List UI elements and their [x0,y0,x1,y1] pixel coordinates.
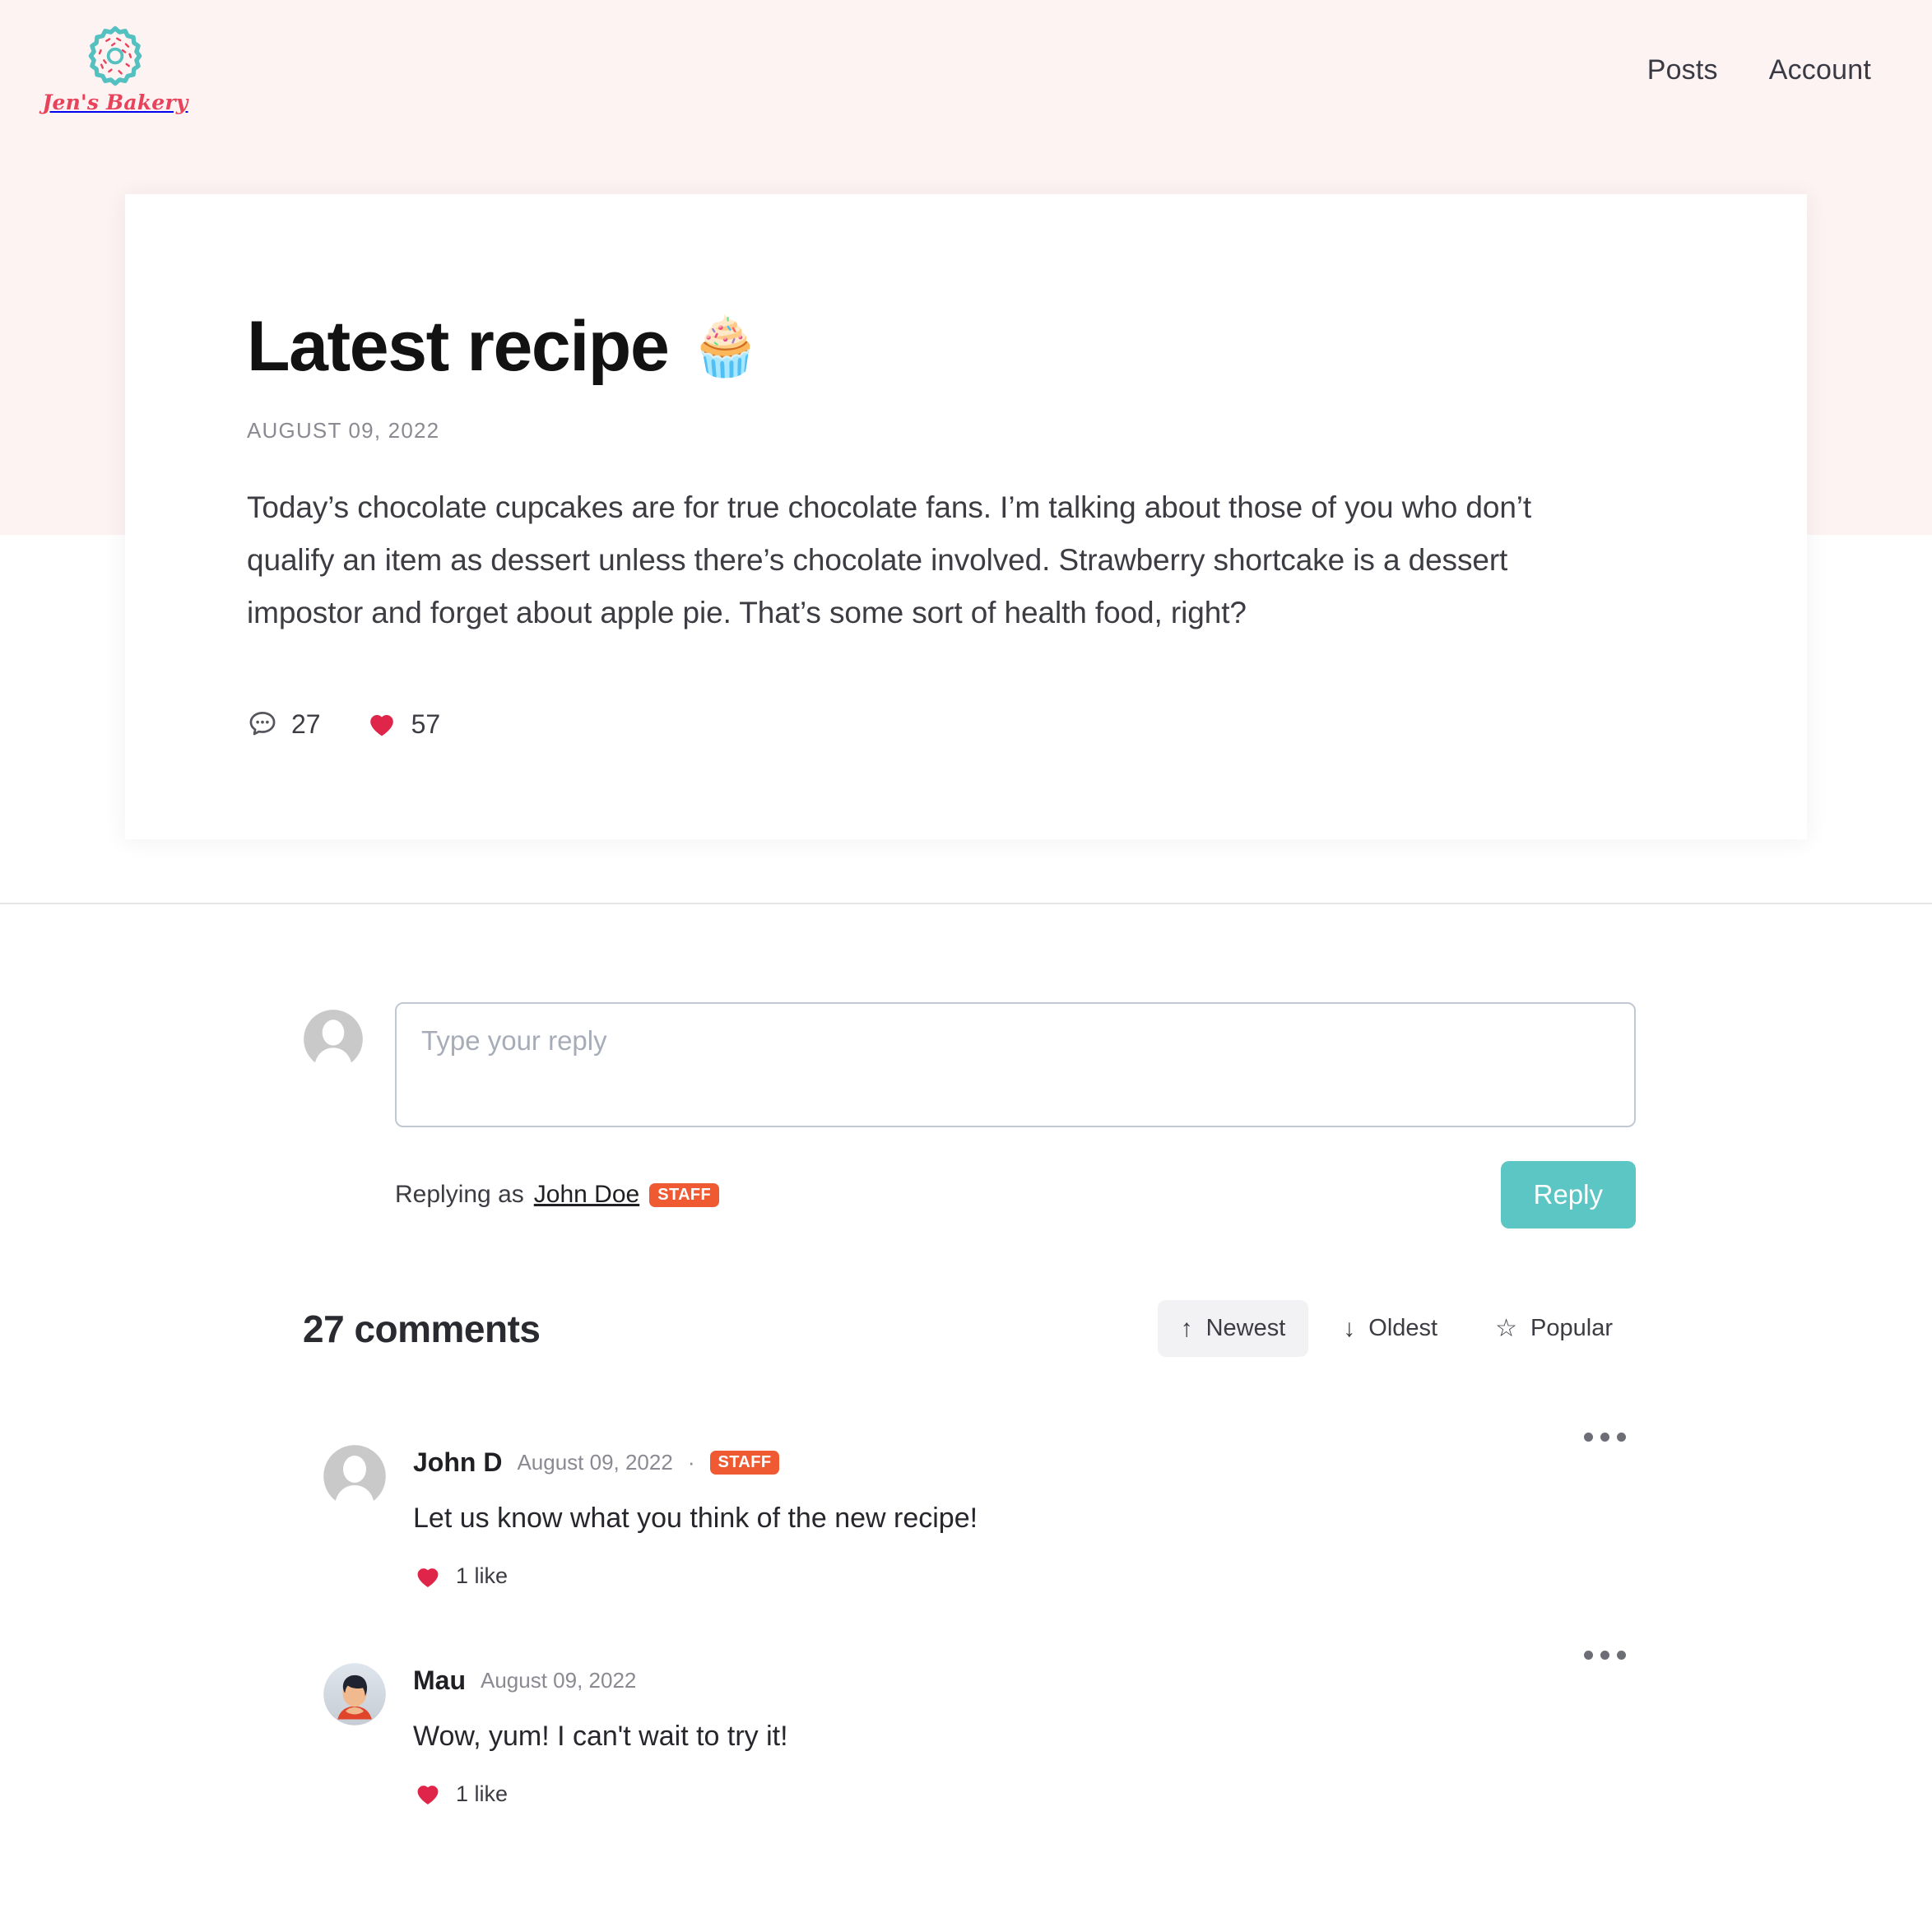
post-comment-count: 27 [291,708,321,739]
post-card: Latest recipe 🧁 AUGUST 09, 2022 Today’s … [125,194,1807,840]
post-like-stat[interactable]: 57 [365,708,441,741]
comment-like-button[interactable]: 1 like [413,1779,1636,1809]
comment-date: August 09, 2022 [517,1450,673,1475]
heart-icon [417,1786,439,1805]
comment-text: Wow, yum! I can't wait to try it! [413,1720,788,1752]
sort-newest-label: Newest [1205,1315,1286,1341]
sort-popular-button[interactable]: ☆ Popular [1472,1300,1636,1357]
table-row: Mau August 09, 2022 Wow, yum! I can't wa… [323,1650,1636,1809]
brand-name: Jen's Bakery [42,91,188,114]
avatar[interactable] [323,1662,387,1726]
comment-text: Let us know what you think of the new re… [413,1503,978,1534]
status-badge: STAFF [709,1451,780,1475]
comment-body: John D August 09, 2022 · STAFF Let us kn… [413,1444,1636,1591]
speech-bubble-icon [249,712,276,736]
site-header: Jen's Bakery Posts Account [0,0,1932,194]
comment-like-count: 1 like [456,1781,509,1806]
comment-like-count: 1 like [456,1563,509,1589]
sort-oldest-button[interactable]: ↓ Oldest [1320,1300,1461,1357]
reply-button[interactable]: Reply [1500,1161,1636,1229]
comments-list: John D August 09, 2022 · STAFF Let us kn… [323,1433,1636,1879]
post-body: Today’s chocolate cupcakes are for true … [247,490,1532,629]
default-avatar-icon [303,1009,364,1070]
table-row: John D August 09, 2022 · STAFF Let us kn… [323,1433,1636,1591]
main-nav: Posts Account [1647,54,1871,86]
comment-date: August 09, 2022 [481,1667,637,1693]
composer-footer: Replying as John Doe STAFF Reply [395,1161,1636,1229]
section-divider [0,903,1932,904]
sort-controls: ↑ Newest ↓ Oldest ☆ Popular [1157,1300,1636,1357]
sort-popular-label: Popular [1530,1315,1613,1341]
reply-composer: Replying as John Doe STAFF Reply [303,1002,1636,1229]
nav-link-posts[interactable]: Posts [1647,54,1718,86]
post-date: AUGUST 09, 2022 [247,418,440,444]
brand-logo[interactable]: Jen's Bakery [43,25,188,114]
comment-body: Mau August 09, 2022 Wow, yum! I can't wa… [413,1662,1636,1809]
sort-oldest-label: Oldest [1368,1315,1438,1341]
comments-header: 27 comments ↑ Newest ↓ Oldest ☆ Popular [303,1300,1636,1357]
comment-author: Mau [413,1665,466,1695]
donut-icon [88,26,142,86]
arrow-up-icon: ↑ [1180,1314,1193,1342]
sort-newest-button[interactable]: ↑ Newest [1157,1300,1309,1357]
post-like-count: 57 [411,708,441,739]
cupcake-icon: 🧁 [690,314,761,379]
reply-input[interactable] [395,1002,1636,1127]
page-root: Jen's Bakery Posts Account Latest recipe… [0,0,1932,1909]
arrow-down-icon: ↓ [1343,1314,1356,1342]
nav-link-account[interactable]: Account [1769,54,1871,86]
replying-as: Replying as John Doe STAFF [395,1181,720,1209]
comment-meta: Mau August 09, 2022 [413,1665,1636,1696]
heart-icon [369,715,393,736]
more-options-icon[interactable] [1572,1421,1637,1453]
comment-meta: John D August 09, 2022 · STAFF [413,1447,1636,1478]
post-stats: 27 57 [247,708,1685,839]
star-icon: ☆ [1495,1314,1518,1342]
meta-separator: · [687,1450,695,1475]
avatar[interactable] [323,1444,387,1508]
more-options-icon[interactable] [1572,1639,1637,1671]
post-title-text: Latest recipe [247,307,670,386]
comment-author: John D [413,1447,503,1477]
replying-as-prefix: Replying as [395,1181,524,1208]
status-badge: STAFF [649,1182,720,1207]
comment-like-button[interactable]: 1 like [413,1562,1636,1591]
heart-icon [417,1568,439,1587]
composer-column: Replying as John Doe STAFF Reply [395,1002,1636,1229]
post-comment-stat[interactable]: 27 [247,708,321,740]
comments-count-heading: 27 comments [303,1307,541,1350]
page-title: Latest recipe 🧁 [247,307,1685,386]
replying-as-user[interactable]: John Doe [534,1181,639,1209]
